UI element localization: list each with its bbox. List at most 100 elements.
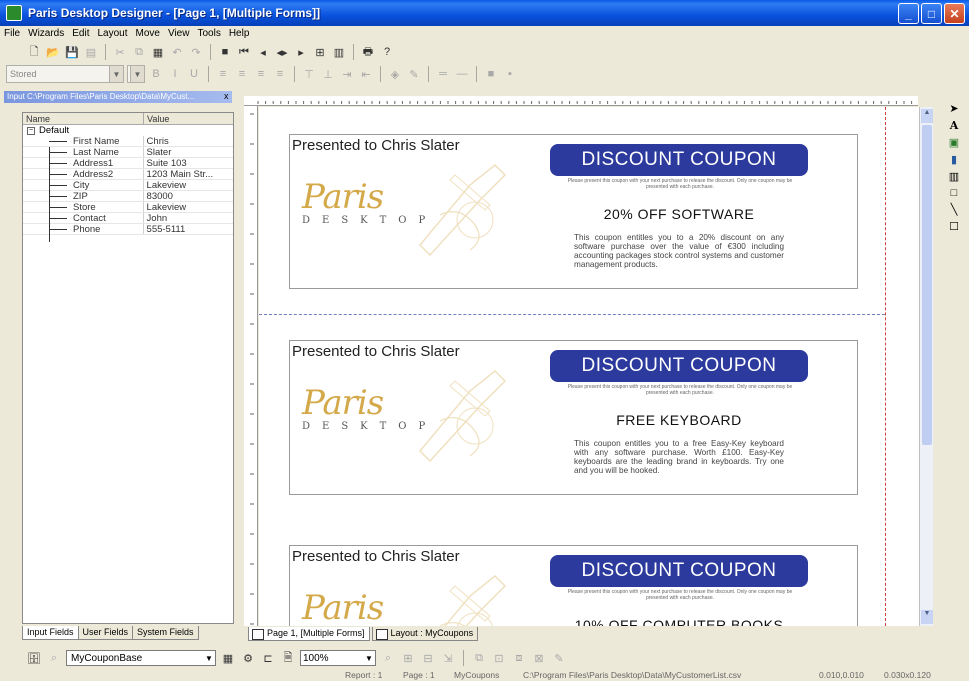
field-row[interactable]: Contact John: [23, 213, 233, 224]
tab-page-1[interactable]: Page 1, [Multiple Forms]: [248, 627, 370, 641]
tree-root[interactable]: − Default: [23, 125, 233, 136]
paris-desktop-logo[interactable]: ParisDESKTOP: [302, 588, 412, 626]
open-icon[interactable]: 📂: [45, 44, 61, 60]
database-select[interactable]: MyCouponBase ▼: [66, 650, 216, 666]
align-center-icon[interactable]: ≡: [234, 66, 250, 82]
menu-view[interactable]: View: [168, 28, 190, 39]
page-icon[interactable]: 🗎: [280, 650, 296, 666]
align-left-icon[interactable]: ≡: [215, 66, 231, 82]
pointer-icon[interactable]: ➤: [949, 102, 958, 115]
keyboard-hand-graphic[interactable]: [400, 351, 520, 471]
fine-print-text[interactable]: Please present this coupon with your nex…: [560, 178, 800, 190]
grid-view-icon[interactable]: ▦: [220, 650, 236, 666]
lock-icon[interactable]: ⊠: [531, 650, 547, 666]
discount-coupon-banner[interactable]: DISCOUNT COUPON: [550, 350, 808, 382]
close-button[interactable]: ✕: [944, 3, 965, 24]
field-row[interactable]: Address2 1203 Main Str...: [23, 169, 233, 180]
field-row[interactable]: ZIP 83000: [23, 191, 233, 202]
save-icon[interactable]: 💾: [64, 44, 80, 60]
line-tool-icon[interactable]: ╲: [951, 203, 958, 216]
vertical-scrollbar[interactable]: ▲ ▼: [919, 107, 933, 626]
print-icon[interactable]: 🖶: [360, 44, 376, 60]
coupon-form[interactable]: Presented to Chris SlaterParisDESKTOPDIS…: [289, 340, 858, 495]
align-right-icon[interactable]: ≡: [253, 66, 269, 82]
justify-icon[interactable]: ≡: [272, 66, 288, 82]
paris-desktop-logo[interactable]: ParisDESKTOP: [302, 177, 425, 237]
first-record-icon[interactable]: ⏮: [236, 44, 252, 60]
field-row[interactable]: Last Name Slater: [23, 147, 233, 158]
keyboard-hand-graphic[interactable]: [400, 556, 520, 626]
text-tool-icon[interactable]: A: [950, 119, 959, 132]
menu-layout[interactable]: Layout: [97, 28, 127, 39]
undo-icon[interactable]: ↶: [169, 44, 185, 60]
offer-title[interactable]: 20% OFF SOFTWARE: [540, 206, 818, 222]
line-color-icon[interactable]: ✎: [406, 66, 422, 82]
new-icon[interactable]: 🗋: [26, 44, 42, 60]
tab-system-fields[interactable]: System Fields: [132, 626, 199, 640]
cut-icon[interactable]: ✂: [112, 44, 128, 60]
help-icon[interactable]: ?: [379, 44, 395, 60]
stop-icon[interactable]: ■: [217, 44, 233, 60]
paste-icon[interactable]: ▦: [150, 44, 166, 60]
valign-top-icon[interactable]: ⊤: [301, 66, 317, 82]
size-icon[interactable]: ⇲: [440, 650, 456, 666]
last-record-icon[interactable]: ⊞: [312, 44, 328, 60]
offer-description[interactable]: This coupon entitles you to a free Easy-…: [574, 439, 784, 475]
tab-layout[interactable]: Layout : MyCoupons: [371, 627, 479, 641]
design-canvas[interactable]: Presented to Chris Slater Paris DESKTOP DIS…: [259, 107, 919, 626]
border-icon[interactable]: ▪: [502, 66, 518, 82]
panel-close-icon[interactable]: x: [224, 91, 234, 103]
menu-edit[interactable]: Edit: [72, 28, 89, 39]
paris-desktop-logo[interactable]: ParisDESKTOP: [302, 383, 425, 443]
group-icon[interactable]: ⧉: [471, 650, 487, 666]
scroll-up-icon[interactable]: ▲: [921, 109, 933, 123]
offer-title[interactable]: FREE KEYBOARD: [540, 412, 818, 428]
offer-description[interactable]: This coupon entitles you to a 20% discou…: [574, 233, 784, 269]
coupon-form[interactable]: Presented to Chris SlaterParisDESKTOPDIS…: [289, 545, 858, 626]
pen-icon[interactable]: ✎: [551, 650, 567, 666]
zoom-select[interactable]: 100% ▼: [300, 650, 376, 666]
chart-tool-icon[interactable]: ▮: [951, 153, 957, 166]
app-icon[interactable]: [6, 5, 22, 21]
menu-move[interactable]: Move: [136, 28, 160, 39]
collapse-icon[interactable]: −: [27, 126, 35, 135]
menu-help[interactable]: Help: [229, 28, 250, 39]
fine-print-text[interactable]: Please present this coupon with your nex…: [560, 384, 800, 396]
discount-coupon-banner[interactable]: DISCOUNT COUPON: [550, 144, 808, 176]
field-row[interactable]: First Name Chris: [23, 136, 233, 147]
chevron-down-icon[interactable]: ▼: [363, 651, 375, 665]
tab-user-fields[interactable]: User Fields: [77, 626, 134, 640]
redo-icon[interactable]: ↷: [188, 44, 204, 60]
print-preview-icon[interactable]: ▤: [83, 44, 99, 60]
shape-tool-icon[interactable]: □: [951, 187, 958, 199]
bold-icon[interactable]: B: [148, 66, 164, 82]
fill-color-icon[interactable]: ◈: [387, 66, 403, 82]
ungroup-icon[interactable]: ⊡: [491, 650, 507, 666]
barcode-tool-icon[interactable]: ▥: [949, 170, 959, 183]
field-row[interactable]: Address1 Suite 103: [23, 158, 233, 169]
rectangle-tool-icon[interactable]: ☐: [949, 220, 959, 233]
underline-icon[interactable]: U: [186, 66, 202, 82]
font-select[interactable]: Stored ▼: [6, 65, 124, 83]
chevron-down-icon[interactable]: ▼: [203, 651, 215, 665]
line-style-icon[interactable]: ═: [435, 66, 451, 82]
record-nav-icon[interactable]: ◂▸: [274, 44, 290, 60]
keyboard-hand-graphic[interactable]: [400, 145, 520, 265]
menu-tools[interactable]: Tools: [197, 28, 220, 39]
size-select[interactable]: ▼: [127, 65, 145, 83]
chevron-down-icon[interactable]: ▼: [109, 66, 123, 82]
menu-wizards[interactable]: Wizards: [28, 28, 64, 39]
line-weight-icon[interactable]: —: [454, 66, 470, 82]
settings-icon[interactable]: ⚙: [240, 650, 256, 666]
field-row[interactable]: Phone 555-5111: [23, 224, 233, 235]
database-icon[interactable]: 🗄: [26, 650, 42, 666]
outdent-icon[interactable]: ⇤: [358, 66, 374, 82]
maximize-button[interactable]: □: [921, 3, 942, 24]
align-icon[interactable]: ⊞: [400, 650, 416, 666]
distribute-icon[interactable]: ⊟: [420, 650, 436, 666]
next-record-icon[interactable]: ▸: [293, 44, 309, 60]
coupon-form[interactable]: Presented to Chris SlaterParisDESKTOPDIS…: [289, 134, 858, 289]
image-tool-icon[interactable]: ▣: [949, 136, 959, 149]
shadow-icon[interactable]: ■: [483, 66, 499, 82]
italic-icon[interactable]: I: [167, 66, 183, 82]
